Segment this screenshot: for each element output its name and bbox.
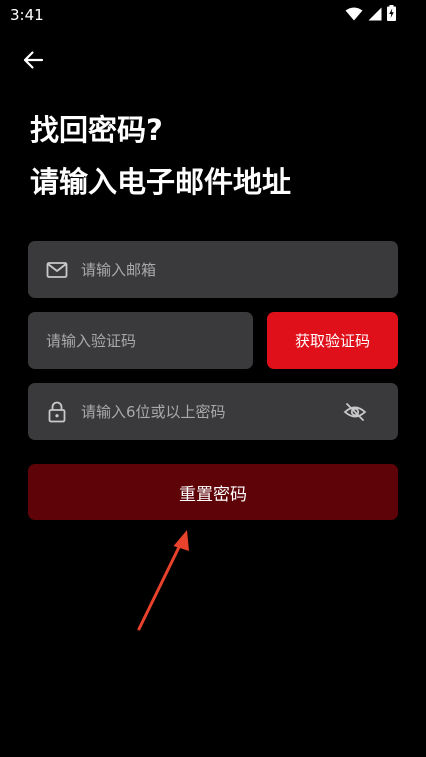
reset-password-button[interactable]: 重置密码: [28, 464, 398, 520]
status-time: 3:41: [10, 6, 44, 24]
page-subtitle: 请输入电子邮件地址: [30, 165, 292, 199]
verification-code-input[interactable]: [46, 331, 253, 350]
verification-code-field[interactable]: [28, 312, 253, 369]
wifi-icon: [345, 6, 363, 25]
email-field[interactable]: [28, 241, 398, 298]
signal-icon: [368, 6, 382, 25]
arrow-left-icon: [22, 49, 44, 75]
password-input[interactable]: [81, 402, 331, 421]
lock-icon: [45, 400, 69, 424]
status-icons: [345, 5, 396, 25]
password-field[interactable]: [28, 383, 398, 440]
email-input[interactable]: [81, 260, 398, 279]
eye-off-icon[interactable]: [342, 399, 368, 425]
status-bar: 3:41: [0, 0, 426, 30]
get-code-button[interactable]: 获取验证码: [267, 312, 398, 369]
back-button[interactable]: [14, 44, 52, 80]
mail-icon: [45, 258, 69, 282]
battery-icon: [387, 5, 396, 25]
page-title: 找回密码?: [30, 113, 163, 147]
